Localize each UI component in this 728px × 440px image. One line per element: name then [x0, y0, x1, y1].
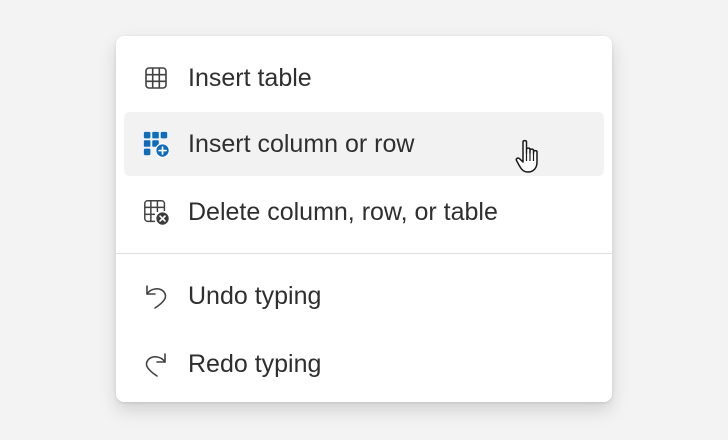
menu-item-delete-column-row-or-table[interactable]: Delete column, row, or table [124, 180, 604, 244]
redo-icon [142, 350, 170, 378]
menu-item-undo-typing[interactable]: Undo typing [124, 264, 604, 328]
menu-item-label: Redo typing [188, 349, 322, 378]
table-insert-icon [142, 130, 170, 158]
menu-item-label: Undo typing [188, 281, 322, 310]
menu-item-insert-table[interactable]: Insert table [124, 46, 604, 110]
hand-pointer-cursor-icon [514, 138, 548, 176]
menu-item-label: Delete column, row, or table [188, 197, 498, 226]
context-menu: Insert table Insert column or row Delete… [116, 36, 612, 402]
menu-divider [116, 253, 612, 254]
undo-icon [142, 282, 170, 310]
menu-item-redo-typing[interactable]: Redo typing [124, 332, 604, 396]
table-delete-icon [142, 198, 170, 226]
menu-item-label: Insert table [188, 63, 312, 92]
menu-item-label: Insert column or row [188, 129, 415, 158]
table-icon [142, 64, 170, 92]
